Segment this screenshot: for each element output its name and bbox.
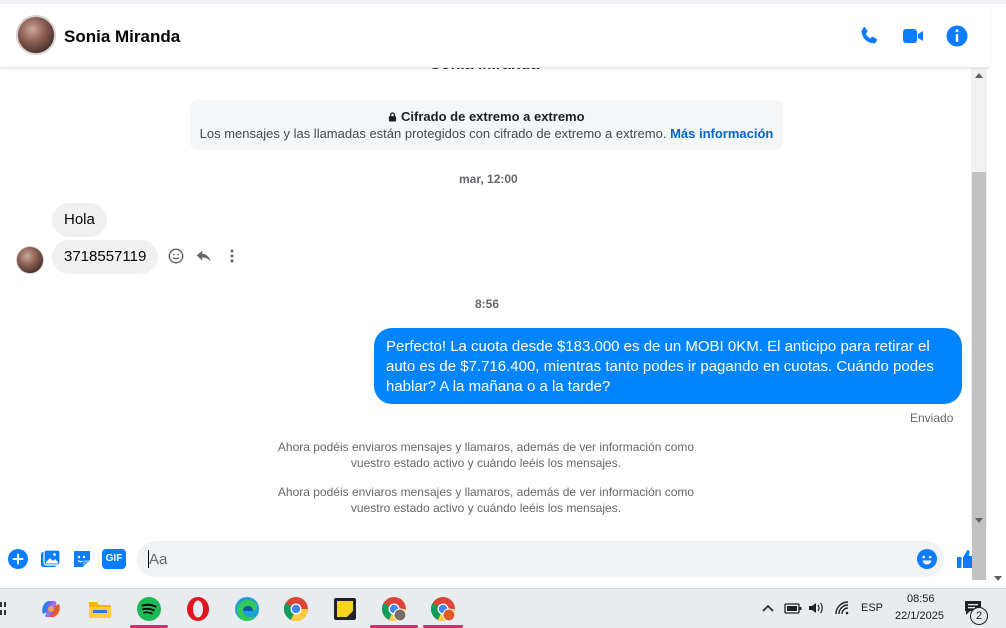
- contact-avatar[interactable]: [16, 15, 56, 55]
- system-notice: Ahora podéis enviaros mensajes y llamaro…: [277, 440, 695, 470]
- image-icon[interactable]: [39, 548, 61, 570]
- sticker-icon[interactable]: [71, 548, 93, 570]
- more-options-icon[interactable]: [223, 247, 241, 265]
- sender-avatar[interactable]: [16, 246, 44, 274]
- more-info-link[interactable]: Más información: [670, 126, 773, 141]
- chat-scrollbar[interactable]: [971, 68, 987, 580]
- plus-icon[interactable]: [7, 548, 29, 570]
- incoming-message[interactable]: 3718557119: [52, 240, 159, 274]
- message-composer: GIF Aa: [0, 534, 990, 584]
- opera-icon[interactable]: [185, 596, 211, 622]
- lock-icon: [389, 112, 397, 122]
- clock-date[interactable]: 22/1/2025: [895, 610, 944, 622]
- incoming-message[interactable]: Hola: [52, 203, 107, 237]
- battery-icon[interactable]: [784, 601, 802, 615]
- outer-scroll-down-arrow[interactable]: [994, 576, 1002, 581]
- task-view-icon[interactable]: [0, 601, 10, 617]
- timestamp: mar, 12:00: [459, 172, 518, 186]
- contact-name[interactable]: Sonia Miranda: [64, 27, 180, 47]
- chrome-profile-icon[interactable]: [430, 596, 456, 622]
- clock-time[interactable]: 08:56: [907, 593, 935, 605]
- info-icon[interactable]: [945, 24, 969, 48]
- system-notice: Ahora podéis enviaros mensajes y llamaro…: [277, 485, 695, 515]
- react-emoji-icon[interactable]: [167, 247, 185, 265]
- phone-icon[interactable]: [857, 24, 881, 48]
- chat-header: Sonia Miranda: [0, 4, 990, 68]
- emoji-icon[interactable]: [916, 548, 938, 570]
- encryption-title: Cifrado de extremo a extremo: [190, 109, 783, 124]
- wifi-icon[interactable]: [834, 600, 850, 616]
- encryption-description: Los mensajes y las llamadas están proteg…: [199, 126, 774, 141]
- message-placeholder: Aa: [149, 551, 168, 568]
- chrome-profile-icon[interactable]: [381, 596, 407, 622]
- timestamp: 8:56: [475, 297, 500, 311]
- video-icon[interactable]: [901, 24, 925, 48]
- outgoing-message[interactable]: Perfecto! La cuota desde $183.000 es de …: [374, 328, 962, 404]
- sticky-notes-icon[interactable]: [332, 596, 358, 622]
- reply-icon[interactable]: [195, 247, 213, 265]
- volume-icon[interactable]: [807, 600, 825, 616]
- chevron-up-icon[interactable]: [762, 603, 774, 613]
- chrome-icon[interactable]: [283, 596, 309, 622]
- copilot-icon[interactable]: [38, 596, 64, 622]
- encryption-notice: Cifrado de extremo a extremo Los mensaje…: [190, 100, 783, 150]
- edge-icon[interactable]: [234, 596, 260, 622]
- gif-icon[interactable]: GIF: [102, 549, 126, 569]
- message-input[interactable]: Aa: [137, 541, 944, 577]
- outer-scroll-track: [990, 68, 1006, 588]
- scroll-down-arrow[interactable]: [975, 518, 983, 523]
- notification-count-badge: 2: [970, 607, 988, 625]
- scroll-up-arrow[interactable]: [975, 73, 983, 78]
- spotify-icon[interactable]: [136, 596, 162, 622]
- windows-taskbar: ESP 08:56 22/1/2025 2: [0, 588, 1006, 628]
- message-status: Enviado: [910, 411, 954, 425]
- file-explorer-icon[interactable]: [87, 596, 113, 622]
- language-indicator[interactable]: ESP: [861, 602, 883, 614]
